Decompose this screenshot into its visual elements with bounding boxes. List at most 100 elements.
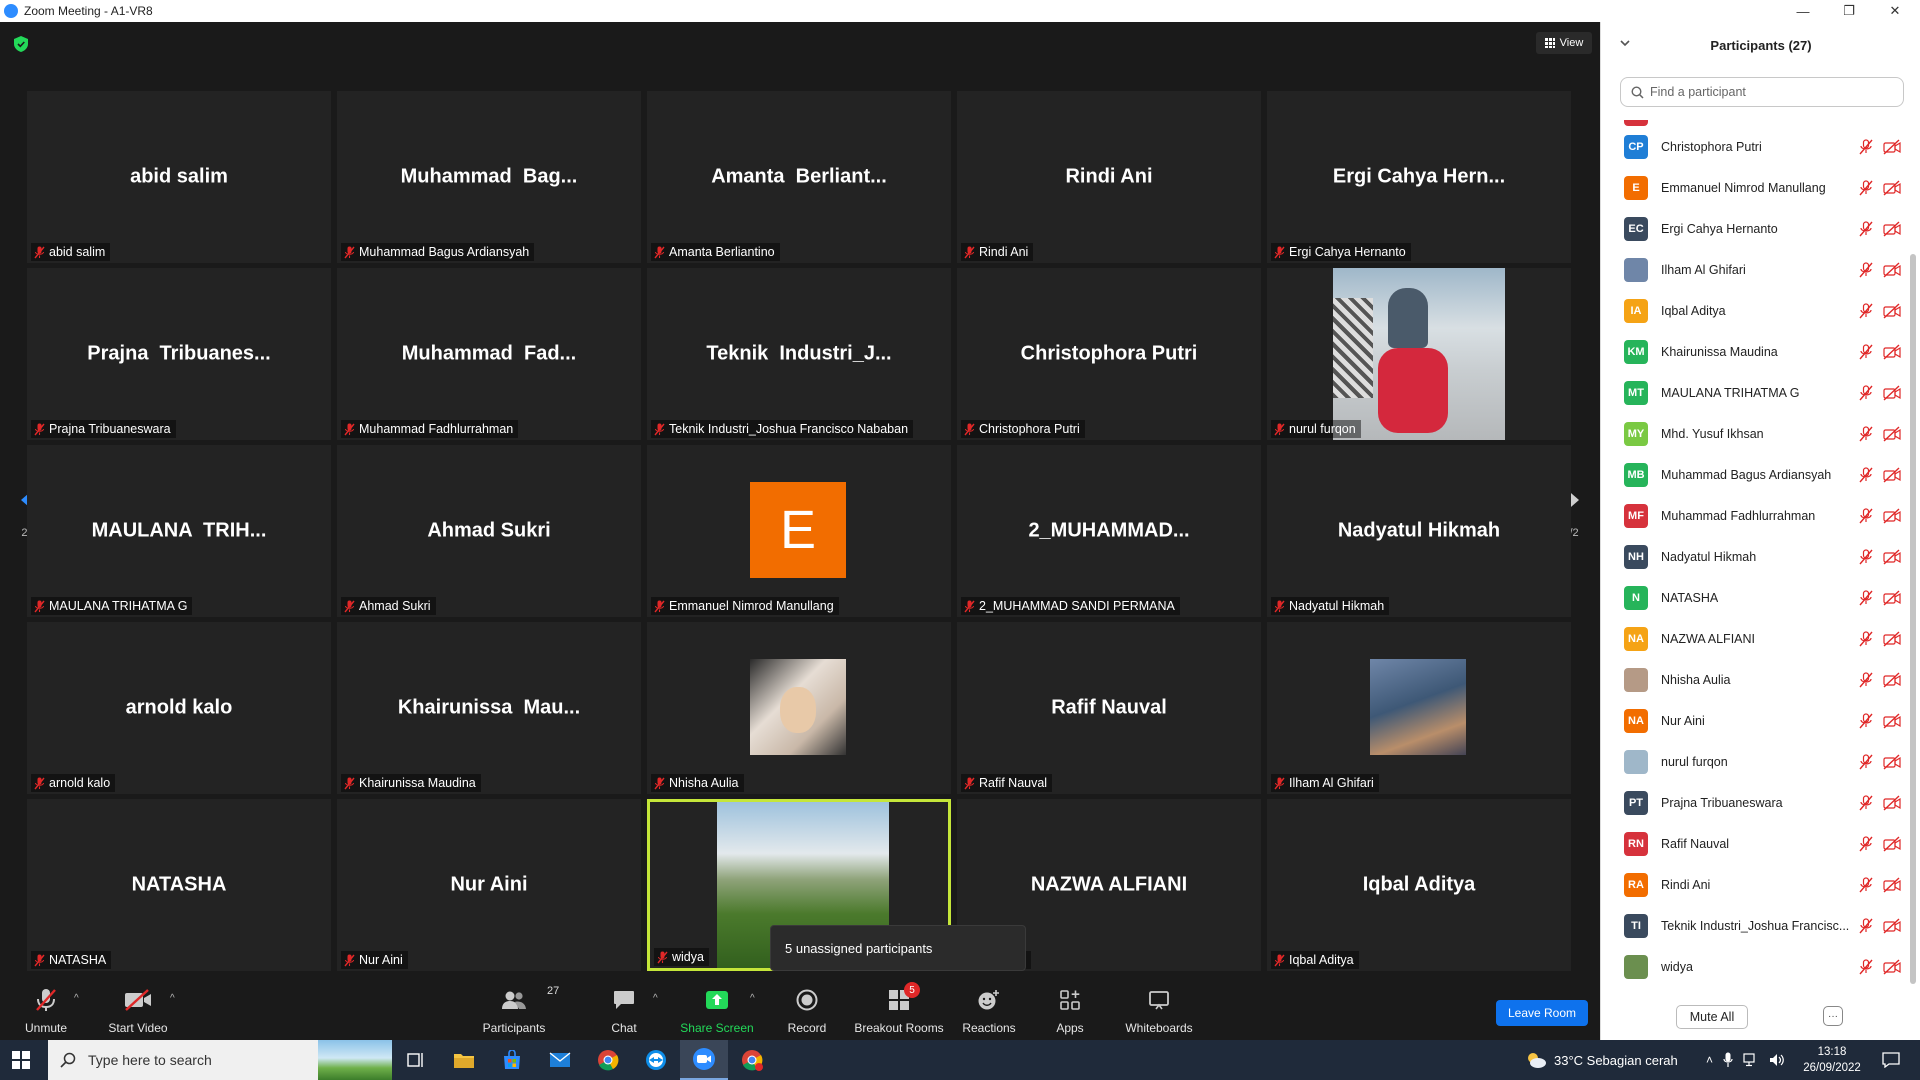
audio-options-caret[interactable]: ^ xyxy=(74,993,79,1004)
video-off-icon[interactable] xyxy=(1883,794,1901,811)
participant-row[interactable]: MY Mhd. Yusuf Ikhsan xyxy=(1601,413,1907,454)
video-tile[interactable]: Amanta Berliant... Amanta Berliantino xyxy=(647,91,951,263)
mic-muted-icon[interactable] xyxy=(1859,630,1873,647)
video-off-icon[interactable] xyxy=(1883,138,1901,155)
video-tile[interactable]: Ergi Cahya Hern... Ergi Cahya Hernanto xyxy=(1267,91,1571,263)
participant-row[interactable]: widya xyxy=(1601,946,1907,987)
weather-widget[interactable]: 33°C Sebagian cerah xyxy=(1524,1040,1678,1080)
mic-muted-icon[interactable] xyxy=(1859,794,1873,811)
video-tile[interactable]: Christophora Putri Christophora Putri xyxy=(957,268,1261,440)
video-tile[interactable]: Khairunissa Mau... Khairunissa Maudina xyxy=(337,622,641,794)
video-off-icon[interactable] xyxy=(1883,835,1901,852)
video-off-icon[interactable] xyxy=(1883,671,1901,688)
whiteboards-button[interactable]: Whiteboards xyxy=(1124,987,1194,1035)
video-tile[interactable]: Rindi Ani Rindi Ani xyxy=(957,91,1261,263)
chat-button[interactable]: Chat xyxy=(606,987,642,1035)
video-off-icon[interactable] xyxy=(1883,507,1901,524)
mic-muted-icon[interactable] xyxy=(1859,712,1873,729)
video-off-icon[interactable] xyxy=(1883,466,1901,483)
chat-options-caret[interactable]: ^ xyxy=(653,993,658,1004)
video-tile[interactable]: Nur Aini Nur Aini xyxy=(337,799,641,971)
mic-muted-icon[interactable] xyxy=(1859,138,1873,155)
video-tile[interactable]: arnold kalo arnold kalo xyxy=(27,622,331,794)
windows-start-icon[interactable] xyxy=(12,1051,30,1069)
video-off-icon[interactable] xyxy=(1883,425,1901,442)
volume-icon[interactable] xyxy=(1769,1053,1785,1067)
participant-row[interactable]: MB Muhammad Bagus Ardiansyah xyxy=(1601,454,1907,495)
video-off-icon[interactable] xyxy=(1883,220,1901,237)
video-off-icon[interactable] xyxy=(1883,917,1901,934)
participant-row[interactable]: RA Rindi Ani xyxy=(1601,864,1907,905)
breakout-rooms-button[interactable]: 5 Breakout Rooms xyxy=(854,982,944,1035)
video-tile[interactable]: Ilham Al Ghifari xyxy=(1267,622,1571,794)
mic-muted-icon[interactable] xyxy=(1859,466,1873,483)
restore-button[interactable]: ❐ xyxy=(1826,0,1872,22)
participant-row[interactable]: MT MAULANA TRIHATMA G xyxy=(1601,372,1907,413)
mic-muted-icon[interactable] xyxy=(1859,384,1873,401)
video-off-icon[interactable] xyxy=(1883,876,1901,893)
participant-row[interactable]: RN Rafif Nauval xyxy=(1601,823,1907,864)
video-off-icon[interactable] xyxy=(1883,384,1901,401)
video-tile[interactable]: abid salim abid salim xyxy=(27,91,331,263)
share-options-caret[interactable]: ^ xyxy=(750,993,755,1004)
video-tile[interactable]: E Emmanuel Nimrod Manullang xyxy=(647,445,951,617)
mic-muted-icon[interactable] xyxy=(1859,589,1873,606)
video-tile[interactable]: nurul furqon xyxy=(1267,268,1571,440)
participant-search-input[interactable]: Find a participant xyxy=(1620,77,1904,107)
chrome-icon[interactable] xyxy=(584,1040,632,1080)
video-off-icon[interactable] xyxy=(1883,261,1901,278)
view-button[interactable]: View xyxy=(1536,32,1592,54)
share-screen-button[interactable]: Share Screen xyxy=(680,987,754,1035)
mic-muted-icon[interactable] xyxy=(1859,835,1873,852)
mic-muted-icon[interactable] xyxy=(1859,220,1873,237)
participants-button[interactable]: 27 Participants xyxy=(480,985,560,1035)
mute-all-button[interactable]: Mute All xyxy=(1676,1005,1748,1029)
mic-muted-icon[interactable] xyxy=(1859,753,1873,770)
mic-muted-icon[interactable] xyxy=(1859,917,1873,934)
unmute-button[interactable]: Unmute xyxy=(22,987,70,1035)
video-tile[interactable]: 2_MUHAMMAD... 2_MUHAMMAD SANDI PERMANA xyxy=(957,445,1261,617)
video-off-icon[interactable] xyxy=(1883,548,1901,565)
mic-muted-icon[interactable] xyxy=(1859,179,1873,196)
reactions-button[interactable]: Reactions xyxy=(962,987,1016,1035)
participant-row[interactable]: EC Ergi Cahya Hernanto xyxy=(1601,208,1907,249)
video-tile[interactable]: Rafif Nauval Rafif Nauval xyxy=(957,622,1261,794)
participant-row[interactable]: NA NAZWA ALFIANI xyxy=(1601,618,1907,659)
video-off-icon[interactable] xyxy=(1883,630,1901,647)
participant-row[interactable]: CP Christophora Putri xyxy=(1601,126,1907,167)
video-tile[interactable]: NATASHA NATASHA xyxy=(27,799,331,971)
mail-icon[interactable] xyxy=(536,1040,584,1080)
taskbar-search-box[interactable]: Type here to search xyxy=(48,1040,392,1080)
taskbar-clock[interactable]: 13:18 26/09/2022 xyxy=(1800,1044,1864,1076)
teamviewer-icon[interactable] xyxy=(632,1040,680,1080)
start-video-button[interactable]: Start Video xyxy=(107,987,169,1035)
leave-room-button[interactable]: Leave Room xyxy=(1496,1000,1588,1026)
video-tile[interactable]: Iqbal Aditya Iqbal Aditya xyxy=(1267,799,1571,971)
video-off-icon[interactable] xyxy=(1883,753,1901,770)
video-off-icon[interactable] xyxy=(1883,958,1901,975)
video-options-caret[interactable]: ^ xyxy=(170,993,175,1004)
video-tile[interactable]: Nadyatul Hikmah Nadyatul Hikmah xyxy=(1267,445,1571,617)
participant-row[interactable]: PT Prajna Tribuaneswara xyxy=(1601,782,1907,823)
mic-muted-icon[interactable] xyxy=(1859,958,1873,975)
mic-muted-icon[interactable] xyxy=(1859,425,1873,442)
record-button[interactable]: Record xyxy=(786,987,828,1035)
tray-chevron-up-icon[interactable]: ˄ xyxy=(1706,1053,1713,1067)
more-options-button[interactable]: ··· xyxy=(1823,1006,1843,1026)
microsoft-store-icon[interactable] xyxy=(488,1040,536,1080)
video-tile[interactable]: Muhammad Fad... Muhammad Fadhlurrahman xyxy=(337,268,641,440)
participant-row[interactable]: nurul furqon xyxy=(1601,741,1907,782)
task-view-icon[interactable] xyxy=(392,1040,440,1080)
video-tile[interactable]: MAULANA TRIH... MAULANA TRIHATMA G xyxy=(27,445,331,617)
participant-row[interactable]: E Emmanuel Nimrod Manullang xyxy=(1601,167,1907,208)
video-off-icon[interactable] xyxy=(1883,343,1901,360)
zoom-taskbar-icon[interactable] xyxy=(680,1040,728,1080)
mic-muted-icon[interactable] xyxy=(1859,507,1873,524)
participant-row[interactable]: N NATASHA xyxy=(1601,577,1907,618)
participant-row[interactable]: Nhisha Aulia xyxy=(1601,659,1907,700)
video-off-icon[interactable] xyxy=(1883,589,1901,606)
video-off-icon[interactable] xyxy=(1883,302,1901,319)
mic-muted-icon[interactable] xyxy=(1859,876,1873,893)
video-tile[interactable]: Muhammad Bag... Muhammad Bagus Ardiansyah xyxy=(337,91,641,263)
participant-list-scrollbar[interactable] xyxy=(1910,254,1916,984)
